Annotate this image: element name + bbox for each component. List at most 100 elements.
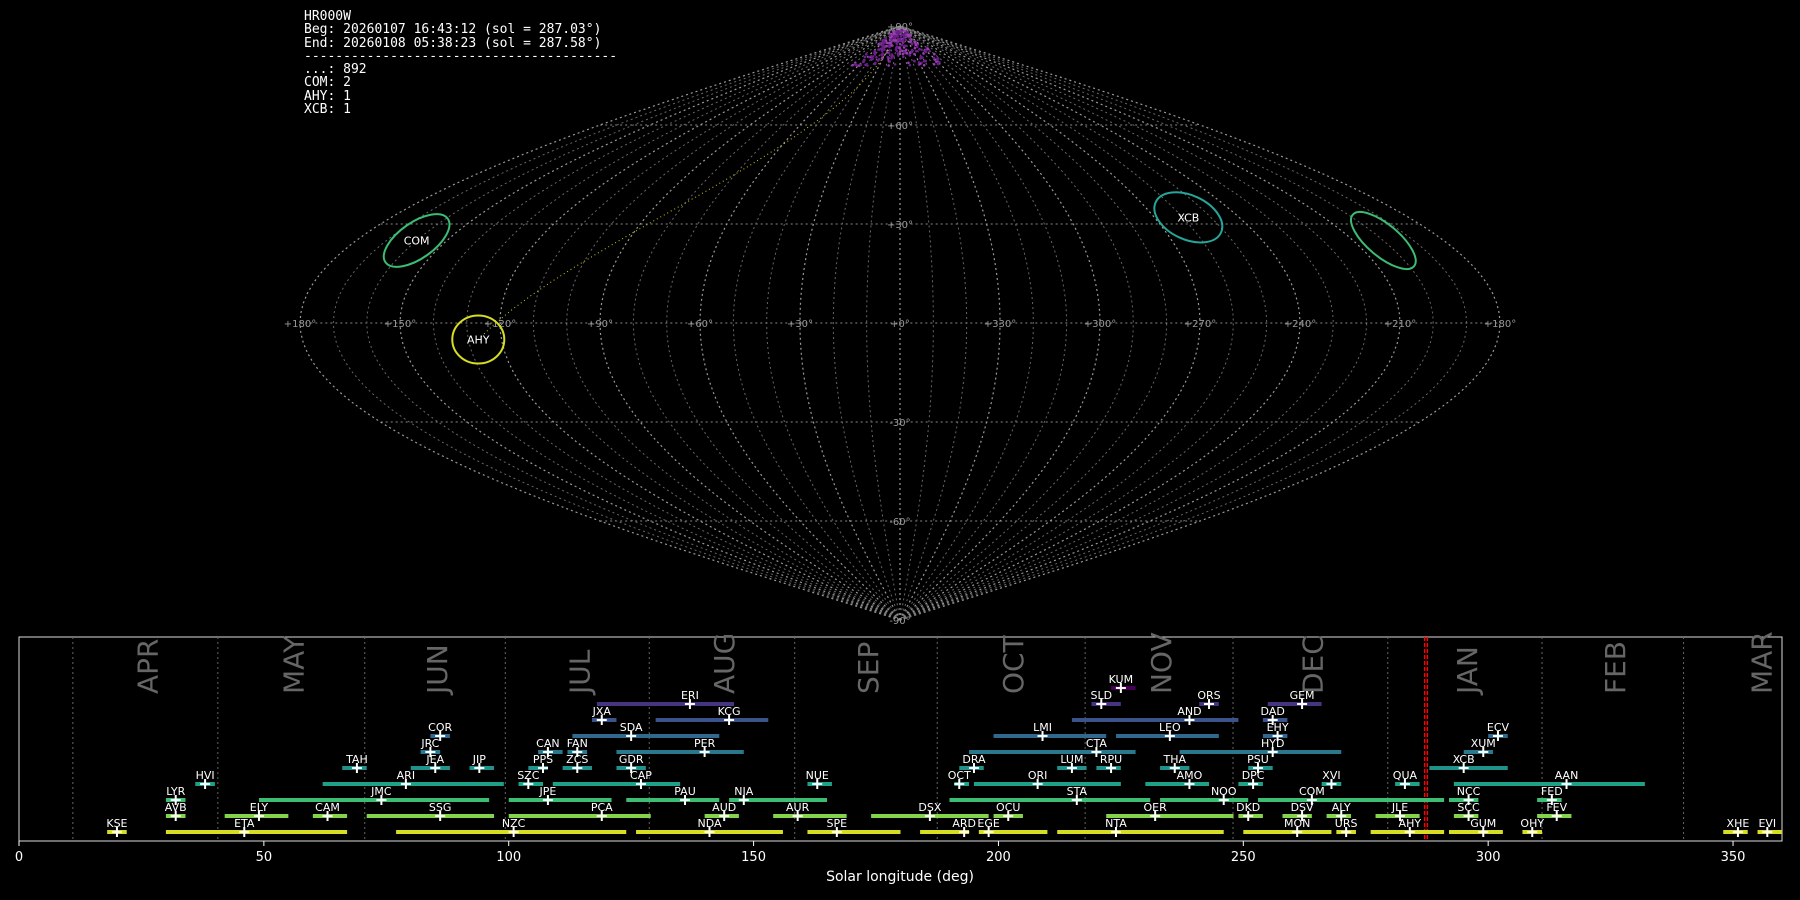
shower-code-label: AHY xyxy=(1399,817,1422,830)
meteor-point xyxy=(903,50,906,54)
meteor-point xyxy=(880,53,883,57)
shower-code-label: SLD xyxy=(1090,689,1112,702)
meteor-point xyxy=(864,63,867,67)
shower-code-label: ETA xyxy=(234,817,255,830)
shower-code-label: FED xyxy=(1541,785,1563,798)
month-grid: APR MAY JUN JUL AUG SEP OCT NOV DEC JAN FEB MAR xyxy=(72,631,1779,841)
shower-code-label: DSV xyxy=(1291,801,1314,814)
meteor-point xyxy=(882,41,885,45)
radiant-label: XCB xyxy=(1177,211,1199,224)
month-label: MAR xyxy=(1746,631,1779,694)
meteor-point xyxy=(901,39,905,42)
shower-code-label: JMC xyxy=(370,785,392,798)
shower-code-label: NZC xyxy=(502,817,526,830)
shower-code-label: PER xyxy=(694,737,716,750)
x-tick-label: 200 xyxy=(986,850,1011,865)
meteor-point xyxy=(880,47,883,51)
shower-code-label: PSU xyxy=(1247,753,1269,766)
meteor-point xyxy=(917,48,921,51)
shower-code-label: CAP xyxy=(630,769,652,782)
shower-code-label: JLE xyxy=(1391,801,1408,814)
shower-code-label: OCU xyxy=(996,801,1020,814)
shower-code-label: XHE xyxy=(1727,817,1750,830)
shower-code-label: AAN xyxy=(1555,769,1579,782)
lon-tick-label: +180° xyxy=(1484,319,1516,330)
meteor-point xyxy=(900,33,904,36)
x-tick-label: 150 xyxy=(741,850,766,865)
shower-code-label: ZCS xyxy=(566,753,588,766)
shower-code-label: LYR xyxy=(166,785,185,798)
shower-code-label: EGE xyxy=(977,817,999,830)
month-label: MAY xyxy=(277,635,310,694)
shower-code-label: GDR xyxy=(619,753,644,766)
sky-map: +180° +150° +120° +90° +60° +30° +0° +330° +300°… xyxy=(284,22,1516,627)
shower-code-label: JIP xyxy=(472,753,486,766)
current-sol-marker xyxy=(1423,637,1429,841)
shower-code-label: KCG xyxy=(718,705,741,718)
shower-code-label: COR xyxy=(428,721,452,734)
meteor-point xyxy=(885,51,889,54)
shower-code-label: DAD xyxy=(1261,705,1285,718)
sky-axis-labels: +180° +150° +120° +90° +60° +30° +0° +330° +300°… xyxy=(284,22,1516,627)
shower-code-label: DSX xyxy=(918,801,941,814)
meteor-point xyxy=(901,55,905,59)
meteor-point xyxy=(919,57,922,60)
lon-tick-label: +300° xyxy=(1084,319,1116,330)
lat-tick-label: +30° xyxy=(887,220,913,231)
shower-code-label: LUM xyxy=(1060,753,1083,766)
meteor-point xyxy=(907,61,910,65)
shower-code-label: SSG xyxy=(429,801,452,814)
meteor-point xyxy=(859,63,862,67)
month-label: AUG xyxy=(708,633,741,694)
shower-code-label: EHY xyxy=(1267,721,1289,734)
lon-tick-label: +240° xyxy=(1284,319,1316,330)
radiant-ellipse xyxy=(1350,211,1417,270)
lon-tick-label: +180° xyxy=(284,319,316,330)
meteor-point xyxy=(898,50,902,53)
shower-code-label: PCA xyxy=(591,801,613,814)
meteor-point xyxy=(903,44,906,48)
lat-tick-label: +60° xyxy=(887,121,913,132)
shower-code-label: PPS xyxy=(533,753,553,766)
lat-tick-label: -90° xyxy=(889,616,910,627)
shower-code-label: ELY xyxy=(250,801,269,814)
shower-code-label: AUD xyxy=(712,801,736,814)
shower-code-label: OHY xyxy=(1520,817,1544,830)
x-tick-label: 300 xyxy=(1476,850,1501,865)
meteor-point xyxy=(882,38,885,42)
month-label: JUL xyxy=(563,649,596,696)
shower-code-label: KUM xyxy=(1109,673,1133,686)
meteor-point xyxy=(913,46,917,50)
meteor-point xyxy=(895,41,899,45)
meteor-point xyxy=(913,52,916,56)
meteor-point xyxy=(914,43,918,47)
meteor-point xyxy=(875,55,878,59)
lon-tick-label: +90° xyxy=(587,319,613,330)
lon-tick-label: +270° xyxy=(1184,319,1216,330)
shower-code-label: EVI xyxy=(1758,817,1776,830)
meridian-line xyxy=(899,25,1201,621)
shower-code-label: PAU xyxy=(674,785,696,798)
shower-code-label: ORS xyxy=(1197,689,1220,702)
shower-code-label: SCC xyxy=(1457,801,1480,814)
meteor-point xyxy=(904,38,908,42)
shower-code-label: ALY xyxy=(1332,801,1351,814)
shower-code-label: XCB xyxy=(1453,753,1475,766)
meteor-point xyxy=(892,32,895,36)
month-label: NOV xyxy=(1145,632,1178,694)
shower-code-label: URS xyxy=(1335,817,1358,830)
shower-code-label: AMO xyxy=(1177,769,1203,782)
lon-tick-label: +210° xyxy=(1384,319,1416,330)
shower-code-label: TAH xyxy=(345,753,368,766)
shower-code-label: NIA xyxy=(734,785,753,798)
month-label: JAN xyxy=(1451,646,1484,696)
meteor-point xyxy=(908,40,912,44)
lon-tick-label: +150° xyxy=(384,319,416,330)
lat-tick-label: +90° xyxy=(887,22,913,33)
meteor-point xyxy=(873,62,877,66)
meteor-point xyxy=(890,38,893,41)
shower-code-label: QUA xyxy=(1393,769,1418,782)
month-label: APR xyxy=(131,639,164,695)
shower-code-label: CAN xyxy=(536,737,559,750)
lon-tick-label: +330° xyxy=(984,319,1016,330)
